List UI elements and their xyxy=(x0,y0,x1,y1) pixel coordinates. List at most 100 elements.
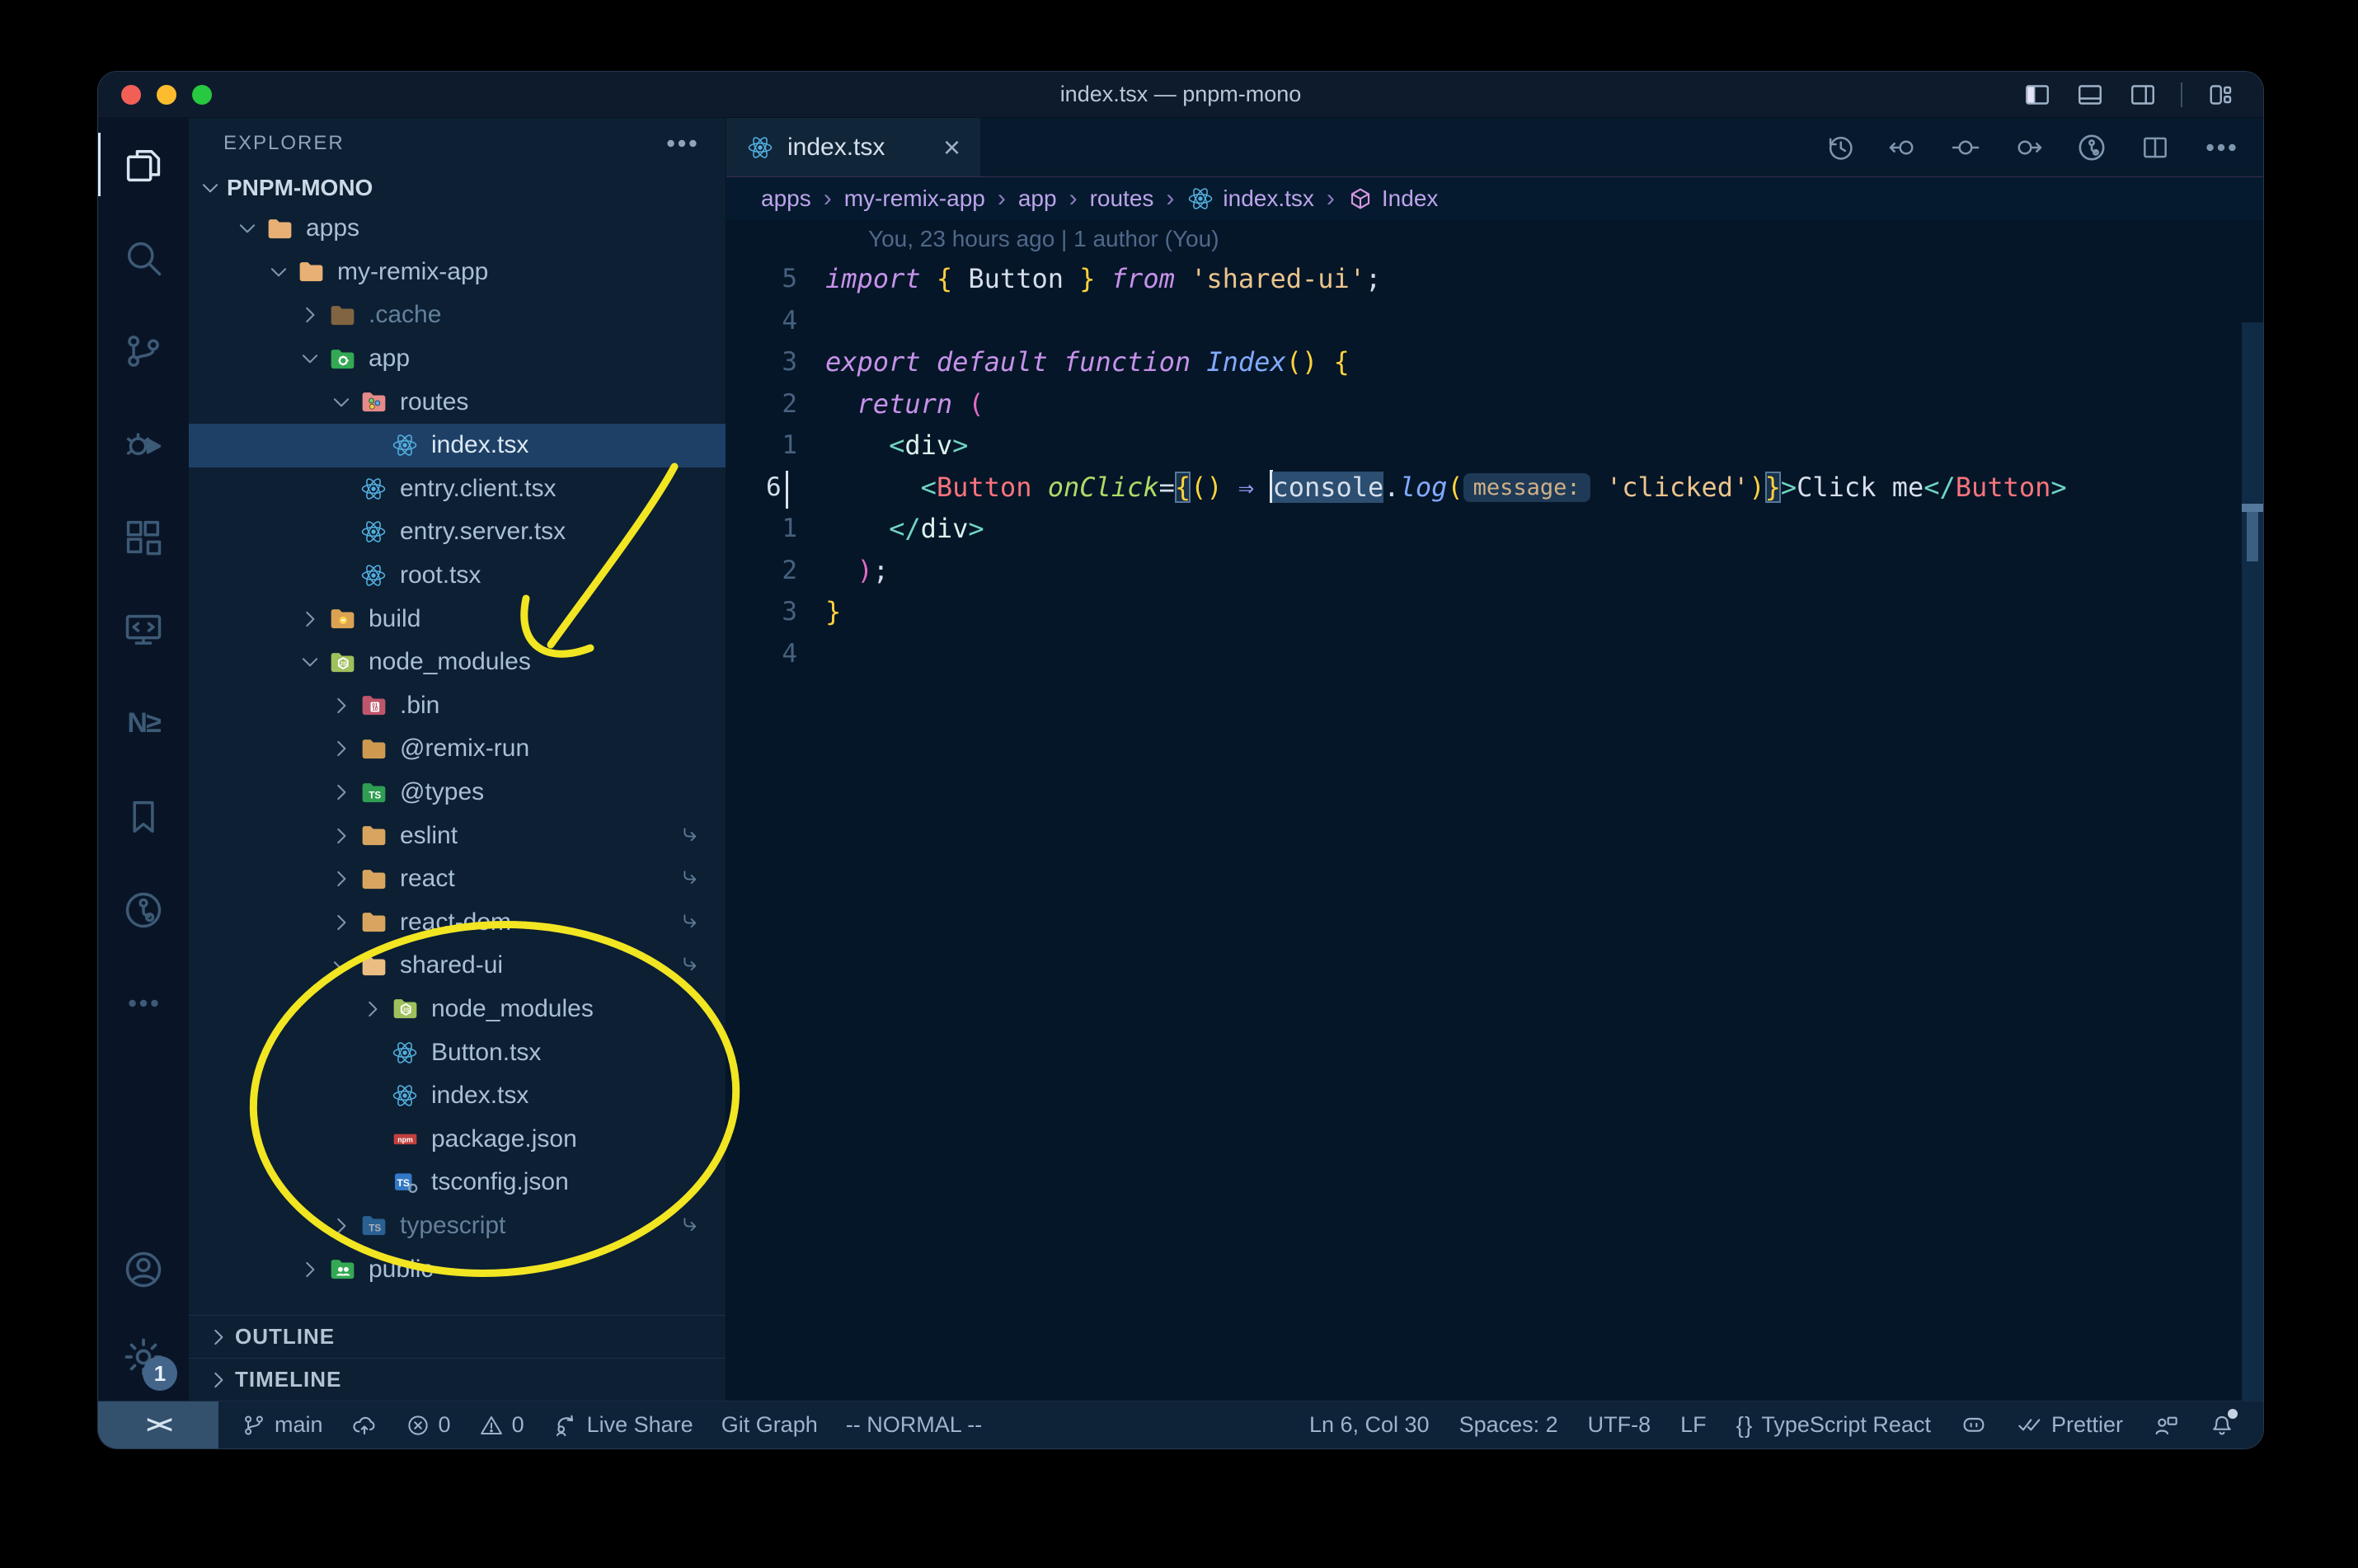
code-line[interactable]: 2 ); xyxy=(726,550,2263,592)
breadcrumb-item-apps[interactable]: apps xyxy=(761,185,811,212)
status-item-prettier[interactable]: Prettier xyxy=(2017,1412,2123,1439)
layout-sidebar-left-icon[interactable] xyxy=(2022,80,2052,110)
line-number[interactable]: 5 xyxy=(726,264,825,293)
activity-item-nx-console[interactable]: N≥ xyxy=(98,677,189,770)
tree-item-react-dom[interactable]: react-dom xyxy=(189,901,726,945)
tree-item-root-tsx[interactable]: root.tsx xyxy=(189,554,726,598)
code-line[interactable]: 6 <Button onClick={() ⇒ console.log(mess… xyxy=(726,467,2263,509)
line-number[interactable]: 3 xyxy=(726,347,825,377)
status-item-branch[interactable]: main xyxy=(242,1412,323,1438)
code-line[interactable]: 3} xyxy=(726,591,2263,633)
code-line[interactable]: 4 xyxy=(726,633,2263,675)
tree-item-entry-client-tsx[interactable]: entry.client.tsx xyxy=(189,467,726,511)
breadcrumb-item-my-remix-app[interactable]: my-remix-app xyxy=(844,185,985,212)
layout-sidebar-right-icon[interactable] xyxy=(2128,80,2158,110)
status-item-warnings[interactable]: 0 xyxy=(479,1412,524,1438)
breadcrumb-item-index-tsx[interactable]: index.tsx xyxy=(1186,185,1314,213)
line-number[interactable]: 2 xyxy=(726,556,825,585)
gitlens-graph-icon[interactable] xyxy=(2075,131,2108,164)
tree-item-eslint[interactable]: eslint xyxy=(189,814,726,857)
status-item-eol[interactable]: LF xyxy=(1680,1412,1707,1438)
tree-item-node-modules[interactable]: JS node_modules xyxy=(189,988,726,1031)
tree-item-react[interactable]: react xyxy=(189,857,726,901)
line-number[interactable]: 4 xyxy=(726,306,825,336)
change-icon[interactable] xyxy=(1950,132,1981,163)
next-change-icon[interactable] xyxy=(2013,132,2044,163)
breadcrumb-item-index[interactable]: Index xyxy=(1347,185,1438,212)
tree-item--types[interactable]: TS @types xyxy=(189,771,726,815)
sidebar-panel-timeline[interactable]: TIMELINE xyxy=(189,1358,726,1401)
line-number[interactable]: 1 xyxy=(726,514,825,543)
status-item-cursor-position[interactable]: Ln 6, Col 30 xyxy=(1309,1412,1430,1438)
tree-item-app[interactable]: app xyxy=(189,337,726,381)
views-and-more-actions-icon[interactable] xyxy=(663,124,701,162)
tree-item-my-remix-app[interactable]: my-remix-app xyxy=(189,251,726,294)
status-item-errors[interactable]: 0 xyxy=(406,1412,451,1438)
status-item-indentation[interactable]: Spaces: 2 xyxy=(1459,1412,1558,1438)
activity-item-account[interactable] xyxy=(98,1226,189,1313)
vertical-scrollbar[interactable] xyxy=(2242,322,2263,1401)
zoom-window-button[interactable] xyxy=(192,84,212,105)
customize-layout-icon[interactable] xyxy=(2205,80,2235,110)
activity-item-explorer[interactable] xyxy=(98,118,189,211)
status-item-notifications[interactable] xyxy=(2209,1408,2238,1439)
status-item-copilot[interactable] xyxy=(1961,1412,1987,1439)
layout-panel-icon[interactable] xyxy=(2075,80,2105,110)
status-item-git-graph[interactable]: Git Graph xyxy=(721,1412,818,1438)
status-item-feedback[interactable] xyxy=(2153,1412,2179,1439)
line-number[interactable]: 4 xyxy=(726,639,825,669)
activity-item-settings[interactable]: 1 xyxy=(98,1313,189,1401)
tree-item-button-tsx[interactable]: Button.tsx xyxy=(189,1030,726,1074)
code-line[interactable]: 1 <div> xyxy=(726,425,2263,467)
code-line[interactable]: 5 import { Button } from 'shared-ui'; xyxy=(726,258,2263,300)
activity-item-more-views[interactable] xyxy=(98,956,189,1049)
workspace-section-header[interactable]: PNPM-MONO xyxy=(189,169,726,207)
line-number[interactable]: 6 xyxy=(726,470,825,509)
tree-item-typescript[interactable]: TS typescript xyxy=(189,1204,726,1248)
activity-item-extensions[interactable] xyxy=(98,491,189,584)
status-item-vim-mode[interactable]: -- NORMAL -- xyxy=(846,1412,982,1438)
activity-item-remote-explorer[interactable] xyxy=(98,584,189,677)
status-item-sync[interactable] xyxy=(351,1412,378,1439)
line-number[interactable]: 3 xyxy=(726,597,825,627)
tree-item-index-tsx[interactable]: index.tsx xyxy=(189,1074,726,1118)
split-editor-icon[interactable] xyxy=(2140,132,2171,163)
history-icon[interactable] xyxy=(1825,132,1856,163)
status-item-language-mode[interactable]: {} TypeScript React xyxy=(1736,1412,1931,1439)
tab-index-tsx[interactable]: index.tsx × xyxy=(726,118,980,176)
code-line[interactable]: 1 </div> xyxy=(726,508,2263,550)
breadcrumb-item-routes[interactable]: routes xyxy=(1090,185,1154,212)
tree-item--bin[interactable]: 01 10 .bin xyxy=(189,684,726,728)
line-number[interactable]: 1 xyxy=(726,430,825,460)
tree-item-apps[interactable]: apps xyxy=(189,207,726,251)
minimize-window-button[interactable] xyxy=(157,84,176,105)
activity-item-run-debug[interactable] xyxy=(98,397,189,491)
remote-indicator[interactable]: >< xyxy=(98,1401,218,1448)
tree-item-public[interactable]: public xyxy=(189,1247,726,1291)
tree-item-node-modules[interactable]: JS node_modules xyxy=(189,641,726,684)
tree-item--cache[interactable]: .cache xyxy=(189,293,726,337)
status-item-live-share[interactable]: Live Share xyxy=(552,1412,693,1439)
activity-item-search[interactable] xyxy=(98,211,189,304)
prev-change-icon[interactable] xyxy=(1887,132,1919,163)
close-tab-icon[interactable]: × xyxy=(943,132,961,162)
activity-item-bookmarks[interactable] xyxy=(98,770,189,863)
tree-item-index-tsx[interactable]: index.tsx xyxy=(189,423,726,467)
status-item-encoding[interactable]: UTF-8 xyxy=(1588,1412,1651,1438)
line-number[interactable]: 2 xyxy=(726,389,825,419)
activity-item-source-control[interactable] xyxy=(98,304,189,397)
ellipsis-icon[interactable] xyxy=(2202,129,2240,167)
tree-item-entry-server-tsx[interactable]: entry.server.tsx xyxy=(189,510,726,554)
tree-item-package-json[interactable]: npm package.json xyxy=(189,1117,726,1161)
tree-item--remix-run[interactable]: @remix-run xyxy=(189,727,726,771)
code-editor[interactable]: You, 23 hours ago | 1 author (You) 5 impo… xyxy=(726,220,2263,1401)
code-line[interactable]: 4 xyxy=(726,300,2263,342)
activity-item-gitlens[interactable] xyxy=(98,863,189,956)
tree-item-build[interactable]: build xyxy=(189,597,726,641)
breadcrumb-item-app[interactable]: app xyxy=(1018,185,1057,212)
tree-item-shared-ui[interactable]: shared-ui xyxy=(189,944,726,988)
tree-item-routes[interactable]: routes xyxy=(189,380,726,424)
sidebar-panel-outline[interactable]: OUTLINE xyxy=(189,1315,726,1358)
close-window-button[interactable] xyxy=(121,84,141,105)
code-line[interactable]: 2 return ( xyxy=(726,383,2263,425)
